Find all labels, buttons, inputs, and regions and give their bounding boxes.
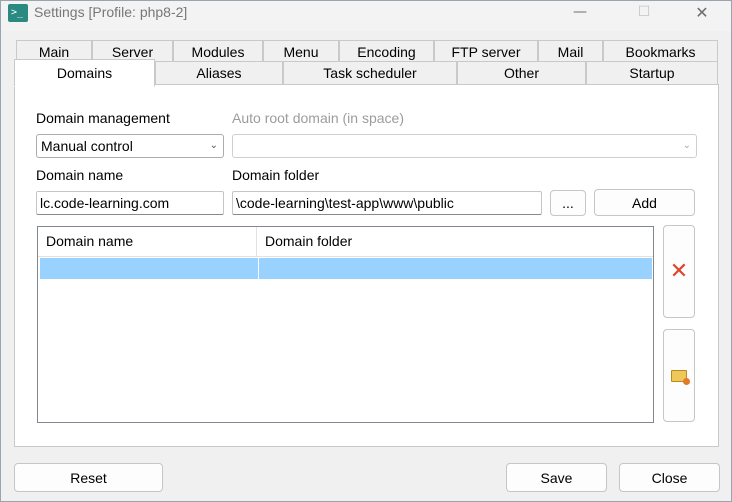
- tab-label: Mail: [557, 43, 584, 60]
- add-domain-button[interactable]: Add: [594, 189, 695, 216]
- maximize-icon: ☐: [637, 4, 651, 20]
- title-bar: >_ Settings [Profile: php8-2] — ☐ ✕: [1, 1, 731, 31]
- domain-management-select[interactable]: Manual control ⌄: [36, 134, 224, 158]
- tab-label: Main: [38, 43, 70, 60]
- domain-management-value: Manual control: [41, 138, 133, 154]
- tab-label: Bookmarks: [625, 43, 696, 60]
- delete-domain-button[interactable]: ✕: [663, 225, 695, 318]
- terminal-app-icon: >_: [8, 4, 28, 22]
- tab-bookmarks[interactable]: Bookmarks: [603, 40, 718, 62]
- tab-label: Modules: [191, 43, 245, 60]
- auto-root-domain-label: Auto root domain (in space): [232, 110, 404, 126]
- tab-label: Server: [111, 43, 154, 60]
- minimize-button[interactable]: —: [557, 1, 603, 23]
- column-header-domain-name[interactable]: Domain name: [38, 227, 257, 257]
- tab-domains[interactable]: Domains: [14, 59, 155, 87]
- tab-menu[interactable]: Menu: [263, 40, 339, 62]
- domain-list[interactable]: Domain name Domain folder: [37, 226, 654, 423]
- close-icon: ✕: [695, 2, 709, 22]
- close-button[interactable]: Close: [619, 463, 720, 492]
- domain-management-label: Domain management: [36, 110, 170, 126]
- tab-label: Startup: [629, 65, 675, 81]
- tab-label: Other: [503, 65, 539, 81]
- close-window-button[interactable]: ✕: [679, 1, 725, 23]
- tab-ftp-server[interactable]: FTP server: [434, 40, 538, 62]
- tab-label: Aliases: [196, 65, 242, 81]
- tab-modules[interactable]: Modules: [173, 40, 263, 62]
- domain-folder-input[interactable]: \code-learning\test-app\www\public: [232, 191, 542, 215]
- domain-name-label: Domain name: [36, 167, 124, 183]
- tab-mail[interactable]: Mail: [538, 40, 603, 62]
- tab-label: Task scheduler: [323, 65, 417, 81]
- delete-x-icon: ✕: [669, 259, 689, 284]
- row-domain-name: [40, 258, 258, 279]
- browse-folder-button[interactable]: ...: [550, 190, 586, 216]
- tab-other[interactable]: Other: [457, 61, 586, 85]
- window-title: Settings [Profile: php8-2]: [34, 4, 188, 20]
- tab-encoding[interactable]: Encoding: [339, 40, 434, 62]
- chevron-down-icon: ⌄: [682, 140, 691, 151]
- maximize-button[interactable]: ☐: [621, 1, 667, 23]
- tab-label: Encoding: [357, 43, 416, 60]
- open-folder-button[interactable]: [663, 329, 695, 422]
- domain-folder-label: Domain folder: [232, 167, 320, 183]
- tab-label: FTP server: [451, 43, 521, 60]
- chevron-down-icon: ⌄: [209, 140, 218, 151]
- tab-label: Domains: [56, 65, 113, 81]
- tab-aliases[interactable]: Aliases: [155, 61, 283, 85]
- auto-root-domain-select[interactable]: ⌄: [232, 134, 697, 158]
- row-domain-folder: [259, 258, 652, 279]
- tab-label: Menu: [283, 43, 319, 60]
- folder-open-icon: [671, 369, 690, 385]
- tab-task-scheduler[interactable]: Task scheduler: [283, 61, 457, 85]
- minimize-icon: —: [573, 4, 587, 20]
- table-row[interactable]: [40, 258, 652, 279]
- tab-startup[interactable]: Startup: [586, 61, 718, 85]
- save-button[interactable]: Save: [506, 463, 607, 492]
- column-header-domain-folder[interactable]: Domain folder: [257, 227, 653, 257]
- domain-name-input[interactable]: lc.code-learning.com: [36, 191, 224, 215]
- reset-button[interactable]: Reset: [14, 463, 163, 492]
